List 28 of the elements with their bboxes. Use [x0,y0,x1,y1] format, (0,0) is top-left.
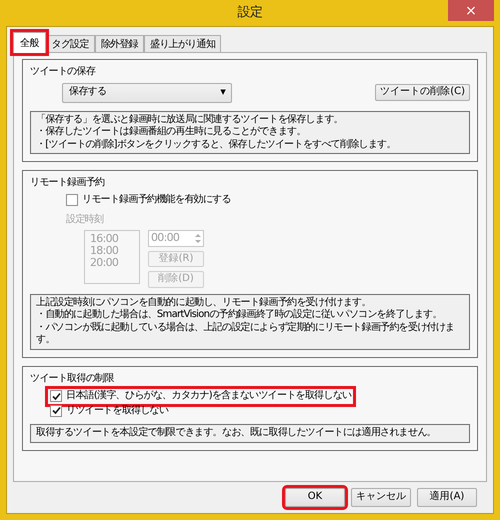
checkbox[interactable] [66,194,78,206]
dialog-button[interactable]: OK [285,488,345,507]
checkbox-label[interactable]: 日本語(漢字、ひらがな、カタカナ)を含まないツイートを取得しない [66,390,352,402]
description-text: ・[ツイートの削除]ボタンをクリックすると、保存したツイートをすべて削除します。 [36,138,397,151]
tab[interactable]: 除外登録 [94,35,144,53]
description-text: 「保存する」を選ぶと録画時に放送局に関連するツイートを保存します。 [36,114,344,126]
group-title: リモート録画予約 [30,177,106,190]
time-value: 00:00 [151,231,180,245]
description-text: ・パソコンが既に起動している場合は、上記の設定によらず定期的にリモート録画予約を受け付けます。 [36,322,456,346]
description-text: 上記設定時刻にパソコンを自動的に起動し、リモート録画予約を受け付けます。 [36,296,372,308]
dialog-button[interactable]: キャンセル [351,488,411,507]
dialog-button[interactable]: 適用(A) [417,488,477,507]
tab[interactable]: 全般 [13,32,46,53]
description-text: ・保存したツイートは録画番組の再生時に見ることができます。 [36,126,307,138]
checkbox-label[interactable]: リツイートを取得しない [66,404,168,417]
group-title: ツイート取得の制限 [30,372,115,385]
checkbox[interactable] [50,404,62,417]
checkbox-label[interactable]: リモート録画予約機能を有効にする [82,194,231,206]
tab[interactable]: 盛り上がり通知 [144,35,222,53]
checkbox[interactable] [50,390,62,402]
description-text: ・自動的に起動した場合は、SmartVisionの予約録画終了時の設定に従いパソコンを終了します。 [36,309,443,322]
dropdown-value: 保存する [69,86,106,99]
description-text: 取得するツイートを本設定で制限できます。なお、既に取得したツイートには適用されません。 [36,427,437,440]
group-title: ツイートの保存 [30,66,96,78]
window-title: 設定 [238,4,262,22]
section-label: 設定時刻 [65,214,104,226]
delete-tweets-button[interactable]: ツイートの削除(C) [375,84,470,101]
close-button[interactable]: × [448,0,494,21]
